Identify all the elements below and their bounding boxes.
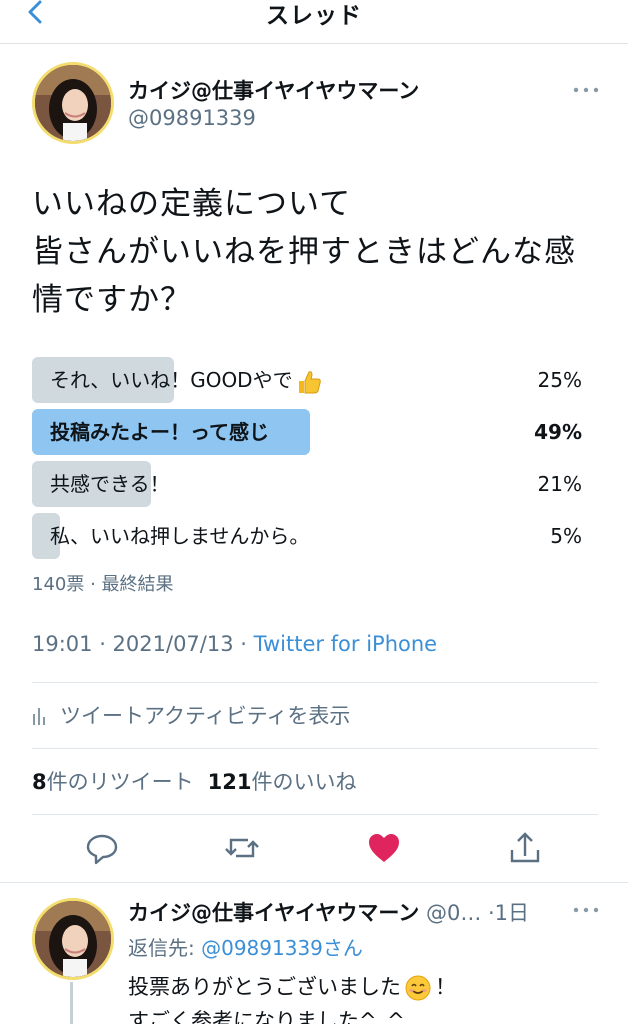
poll-option-label: それ、いいね！GOODやで — [50, 368, 293, 392]
reply-more-button[interactable] — [572, 900, 600, 920]
divider — [32, 814, 598, 815]
tweet-text-line: いいねの定義について — [32, 186, 352, 222]
like-count: 121 — [207, 770, 252, 794]
thumbs-up-emoji — [298, 370, 321, 393]
more-icon — [573, 87, 599, 93]
poll-option-percent: 5% — [550, 524, 582, 548]
share-icon — [510, 832, 540, 863]
heart-icon — [369, 834, 399, 862]
poll-option-label: 投稿みたよー！って感じ — [50, 420, 269, 444]
reply-text: 投票ありがとうございました ！ すごく参考になりました^_^ — [128, 970, 598, 1024]
tweet-stats: 8件のリツイート 121件のいいね — [32, 766, 356, 796]
retweet-icon — [225, 838, 259, 858]
reply-icon — [86, 834, 118, 865]
poll-meta: 140票 · 最終結果 — [32, 574, 174, 595]
header-title: スレッド — [266, 3, 362, 29]
reply-author-name[interactable]: カイジ@仕事イヤイヤウマーン — [128, 901, 419, 925]
bar-chart-icon — [33, 708, 45, 725]
tweet-thread-page: スレッド カイジ@仕事イヤイヤウマーン @09891339 いいねの定義について… — [0, 0, 628, 1024]
tweet-text-line: 情ですか？ — [32, 282, 192, 318]
more-icon — [573, 907, 599, 913]
retweet-button[interactable] — [222, 826, 262, 870]
more-button[interactable] — [572, 80, 600, 100]
poll-option-label: 共感できる！ — [50, 472, 170, 496]
timestamp-text[interactable]: 19:01 · 2021/07/13 · — [32, 632, 254, 656]
reply-to: 返信先: @09891339さん — [128, 932, 363, 961]
retweet-stat[interactable]: 8件のリツイート — [32, 770, 194, 794]
tweet-actions — [0, 826, 628, 872]
reply-text-part: ！ — [435, 975, 456, 999]
author-name[interactable]: カイジ@仕事イヤイヤウマーン — [128, 75, 419, 105]
thread-line — [70, 982, 73, 1024]
reply-header: カイジ@仕事イヤイヤウマーン @0… ·1日 — [128, 897, 529, 927]
activity-label: ツイートアクティビティを表示 — [60, 704, 351, 728]
tweet-activity-link[interactable]: ツイートアクティビティを表示 — [32, 700, 350, 730]
avatar[interactable] — [32, 62, 114, 144]
reply-text-line: すごく参考になりました^_^ — [128, 1009, 405, 1024]
reply-text-part: 投票ありがとうございました — [128, 975, 401, 999]
poll-option: 投稿みたよー！って感じ 49% — [32, 409, 582, 455]
reply-handle-time: @0… ·1日 — [419, 901, 530, 925]
share-button[interactable] — [505, 826, 545, 870]
reply-text-line: 投票ありがとうございました ！ — [128, 970, 598, 1004]
tweet-text: いいねの定義について 皆さんがいいねを押すときはどんな感 情ですか？ — [32, 180, 602, 324]
section-divider — [0, 882, 628, 883]
tweet-timestamp: 19:01 · 2021/07/13 · Twitter for iPhone — [32, 632, 437, 656]
reply-button[interactable] — [82, 826, 122, 870]
tweet-text-line: 皆さんがいいねを押すときはどんな感 — [32, 234, 576, 270]
divider — [32, 682, 598, 683]
nav-header: スレッド — [0, 0, 628, 44]
retweet-count: 8 — [32, 770, 47, 794]
divider — [32, 748, 598, 749]
smile-emoji — [405, 975, 431, 1001]
reply-to-handle[interactable]: @09891339さん — [201, 936, 363, 960]
reply-to-prefix: 返信先: — [128, 936, 202, 960]
poll-option: 私、いいね押しませんから。 5% — [32, 513, 582, 559]
poll-option-percent: 21% — [537, 472, 582, 496]
like-button[interactable] — [364, 826, 404, 870]
avatar-photo — [35, 901, 111, 977]
poll-option-label: 私、いいね押しませんから。 — [50, 524, 310, 548]
like-label: 件のいいね — [251, 770, 357, 794]
poll-option: 共感できる！ 21% — [32, 461, 582, 507]
source-link[interactable]: Twitter for iPhone — [254, 632, 438, 656]
poll-option-percent: 49% — [534, 420, 582, 444]
retweet-label: 件のリツイート — [46, 770, 194, 794]
author-handle[interactable]: @09891339 — [128, 106, 256, 130]
like-stat[interactable]: 121件のいいね — [208, 770, 357, 794]
avatar-photo — [35, 65, 111, 141]
poll-option-percent: 25% — [537, 368, 582, 392]
poll: それ、いいね！GOODやで 25% 投稿みたよー！って感じ 49% 共感できる！… — [32, 357, 582, 565]
reply-avatar[interactable] — [32, 898, 114, 980]
poll-option: それ、いいね！GOODやで 25% — [32, 357, 582, 403]
